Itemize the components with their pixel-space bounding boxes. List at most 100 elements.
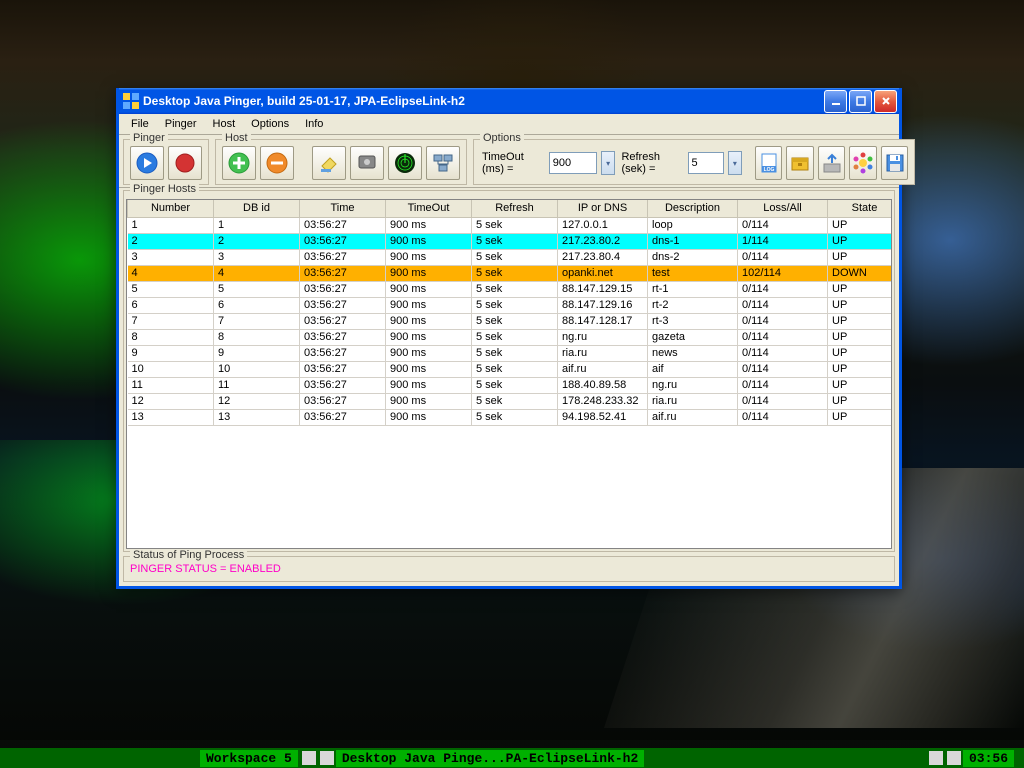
table-cell: UP bbox=[828, 313, 893, 329]
table-cell: 8 bbox=[214, 329, 300, 345]
table-cell: 900 ms bbox=[386, 393, 472, 409]
close-button[interactable] bbox=[874, 90, 897, 113]
column-header[interactable]: State bbox=[828, 200, 893, 217]
table-row[interactable]: 9903:56:27900 ms5 sekria.runews0/114UP bbox=[128, 345, 893, 361]
column-header[interactable]: Loss/All bbox=[738, 200, 828, 217]
table-cell: UP bbox=[828, 393, 893, 409]
table-row[interactable]: 3303:56:27900 ms5 sek217.23.80.4dns-20/1… bbox=[128, 249, 893, 265]
maximize-button[interactable] bbox=[849, 90, 872, 113]
taskbar[interactable]: Workspace 5 Desktop Java Pinge...PA-Ecli… bbox=[0, 748, 1024, 768]
table-cell: 5 sek bbox=[472, 393, 558, 409]
refresh-input[interactable] bbox=[688, 152, 724, 174]
menu-host[interactable]: Host bbox=[205, 116, 244, 132]
table-cell: 900 ms bbox=[386, 265, 472, 281]
table-cell: 1 bbox=[214, 217, 300, 233]
export-button[interactable] bbox=[818, 146, 845, 180]
table-row[interactable]: 2203:56:27900 ms5 sek217.23.80.2dns-11/1… bbox=[128, 233, 893, 249]
table-cell: 6 bbox=[214, 297, 300, 313]
table-cell: UP bbox=[828, 281, 893, 297]
table-row[interactable]: 4403:56:27900 ms5 sekopanki.nettest102/1… bbox=[128, 265, 893, 281]
table-cell: 10 bbox=[128, 361, 214, 377]
column-header[interactable]: Time bbox=[300, 200, 386, 217]
column-header[interactable]: IP or DNS bbox=[558, 200, 648, 217]
titlebar[interactable]: Desktop Java Pinger, build 25-01-17, JPA… bbox=[119, 88, 899, 114]
taskbar-workspace[interactable]: Workspace 5 bbox=[200, 750, 298, 767]
table-cell: 7 bbox=[214, 313, 300, 329]
hosts-table-container[interactable]: NumberDB idTimeTimeOutRefreshIP or DNSDe… bbox=[126, 199, 892, 549]
column-header[interactable]: Number bbox=[128, 200, 214, 217]
table-row[interactable]: 8803:56:27900 ms5 sekng.rugazeta0/114UP bbox=[128, 329, 893, 345]
table-cell: 0/114 bbox=[738, 313, 828, 329]
table-cell: 178.248.233.32 bbox=[558, 393, 648, 409]
table-row[interactable]: 131303:56:27900 ms5 sek94.198.52.41aif.r… bbox=[128, 409, 893, 425]
table-cell: 900 ms bbox=[386, 361, 472, 377]
log-button[interactable]: LOG bbox=[755, 146, 782, 180]
host-add-button[interactable] bbox=[222, 146, 256, 180]
column-header[interactable]: Description bbox=[648, 200, 738, 217]
table-row[interactable]: 1103:56:27900 ms5 sek127.0.0.1loop0/114U… bbox=[128, 217, 893, 233]
table-cell: rt-1 bbox=[648, 281, 738, 297]
table-cell: 900 ms bbox=[386, 249, 472, 265]
host-clear-button[interactable] bbox=[312, 146, 346, 180]
minimize-button[interactable] bbox=[824, 90, 847, 113]
pinger-stop-button[interactable] bbox=[168, 146, 202, 180]
timeout-input[interactable] bbox=[549, 152, 597, 174]
table-cell: UP bbox=[828, 409, 893, 425]
table-cell: aif.ru bbox=[648, 409, 738, 425]
table-cell: 2 bbox=[128, 233, 214, 249]
archive-button[interactable] bbox=[786, 146, 813, 180]
menu-pinger[interactable]: Pinger bbox=[157, 116, 205, 132]
table-cell: 900 ms bbox=[386, 345, 472, 361]
table-row[interactable]: 6603:56:27900 ms5 sek88.147.129.16rt-20/… bbox=[128, 297, 893, 313]
host-remove-button[interactable] bbox=[260, 146, 294, 180]
host-scan-button[interactable] bbox=[388, 146, 422, 180]
table-cell: ng.ru bbox=[648, 377, 738, 393]
menu-options[interactable]: Options bbox=[243, 116, 297, 132]
table-cell: 8 bbox=[128, 329, 214, 345]
table-cell: 102/114 bbox=[738, 265, 828, 281]
table-cell: ria.ru bbox=[558, 345, 648, 361]
table-row[interactable]: 111103:56:27900 ms5 sek188.40.89.58ng.ru… bbox=[128, 377, 893, 393]
table-row[interactable]: 7703:56:27900 ms5 sek88.147.128.17rt-30/… bbox=[128, 313, 893, 329]
table-cell: UP bbox=[828, 361, 893, 377]
table-cell: 0/114 bbox=[738, 217, 828, 233]
table-cell: 3 bbox=[214, 249, 300, 265]
table-cell: 0/114 bbox=[738, 409, 828, 425]
host-edit-button[interactable] bbox=[350, 146, 384, 180]
pinger-start-button[interactable] bbox=[130, 146, 164, 180]
table-cell: 11 bbox=[128, 377, 214, 393]
table-row[interactable]: 121203:56:27900 ms5 sek178.248.233.32ria… bbox=[128, 393, 893, 409]
table-cell: UP bbox=[828, 233, 893, 249]
table-cell: 03:56:27 bbox=[300, 313, 386, 329]
table-cell: 88.147.129.16 bbox=[558, 297, 648, 313]
host-network-button[interactable] bbox=[426, 146, 460, 180]
taskbar-app[interactable]: Desktop Java Pinge...PA-EclipseLink-h2 bbox=[336, 750, 644, 767]
column-header[interactable]: Refresh bbox=[472, 200, 558, 217]
toolbar: Pinger Host Options TimeOut (ms) = ▾ Ref… bbox=[119, 135, 899, 188]
menu-info[interactable]: Info bbox=[297, 116, 331, 132]
table-cell: 900 ms bbox=[386, 281, 472, 297]
options-group: Options TimeOut (ms) = ▾ Refresh (sek) =… bbox=[473, 139, 915, 185]
table-cell: 03:56:27 bbox=[300, 329, 386, 345]
table-row[interactable]: 5503:56:27900 ms5 sek88.147.129.15rt-10/… bbox=[128, 281, 893, 297]
taskbar-tray-icon[interactable] bbox=[929, 751, 943, 765]
table-cell: 13 bbox=[128, 409, 214, 425]
taskbar-tray-icon[interactable] bbox=[947, 751, 961, 765]
column-header[interactable]: TimeOut bbox=[386, 200, 472, 217]
table-cell: 900 ms bbox=[386, 217, 472, 233]
menu-file[interactable]: File bbox=[123, 116, 157, 132]
table-cell: 5 sek bbox=[472, 281, 558, 297]
table-cell: UP bbox=[828, 345, 893, 361]
table-row[interactable]: 101003:56:27900 ms5 sekaif.ruaif0/114UP bbox=[128, 361, 893, 377]
timeout-spinner[interactable]: ▾ bbox=[601, 151, 616, 175]
settings-button[interactable] bbox=[849, 146, 876, 180]
table-cell: 5 sek bbox=[472, 233, 558, 249]
table-cell: loop bbox=[648, 217, 738, 233]
column-header[interactable]: DB id bbox=[214, 200, 300, 217]
table-cell: UP bbox=[828, 377, 893, 393]
table-cell: 12 bbox=[128, 393, 214, 409]
refresh-spinner[interactable]: ▾ bbox=[728, 151, 743, 175]
table-cell: 5 sek bbox=[472, 297, 558, 313]
pinger-group: Pinger bbox=[123, 139, 209, 185]
save-button[interactable] bbox=[881, 146, 908, 180]
